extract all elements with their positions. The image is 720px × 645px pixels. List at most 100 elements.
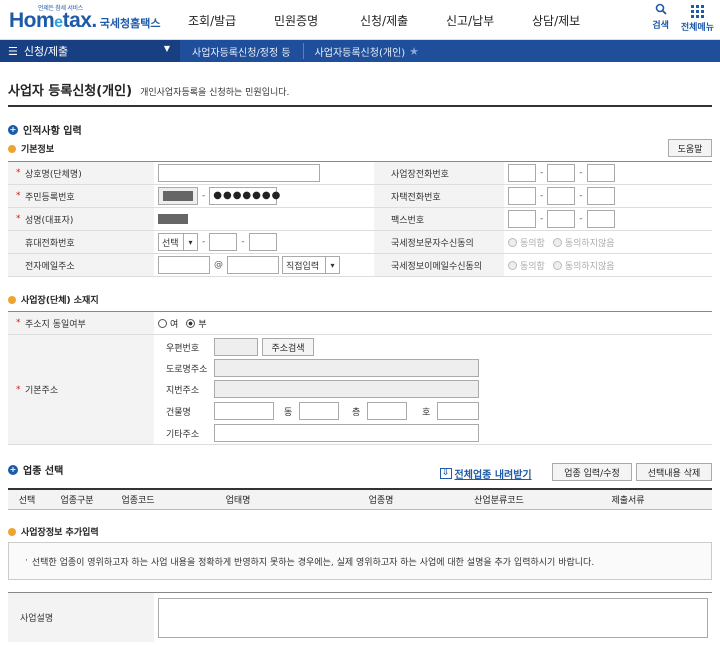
bullet-icon xyxy=(8,295,16,304)
mail-disagree-radio[interactable]: 동의하지않음 xyxy=(552,259,615,272)
label-email: 전자메일주소 xyxy=(8,254,154,276)
home-phone-input-3[interactable] xyxy=(586,187,615,205)
label-home-phone: 자택전화번호 xyxy=(374,185,504,207)
postal-label: 우편번호 xyxy=(166,344,200,354)
gnb-item-certificate[interactable]: 민원증명 xyxy=(274,12,360,29)
gnb-item-consult[interactable]: 상담/제보 xyxy=(532,12,618,29)
sms-agree-radio[interactable]: 동의함 xyxy=(508,236,545,249)
label-business-description: 사업설명 xyxy=(8,593,154,642)
email-domain-select[interactable]: 직접입력 ▾ xyxy=(282,256,340,274)
label-mail-consent: 국세정보이메일수신동의 xyxy=(374,254,504,276)
col-documents: 제출서류 xyxy=(611,496,645,506)
sms-disagree-radio[interactable]: 동의하지않음 xyxy=(552,236,615,249)
home-phone-input-2[interactable] xyxy=(547,187,576,205)
fax-input-2[interactable] xyxy=(547,210,576,228)
label-fax: 팩스번호 xyxy=(374,208,504,230)
bullet-icon xyxy=(8,144,16,153)
all-menu-label: 전체메뉴 xyxy=(680,23,714,33)
breadcrumb-item-1[interactable]: 사업자등록신청/정정 등 xyxy=(180,40,304,62)
col-category: 업종구분 xyxy=(60,496,94,506)
gnb-item-lookup[interactable]: 조회/발급 xyxy=(188,12,274,29)
subsection-location: 사업장(단체) 소재지 xyxy=(8,293,99,306)
label-name: * 성명(대표자) xyxy=(8,208,154,230)
label-sms-consent: 국세정보문자수신동의 xyxy=(374,231,504,253)
label-company: * 상호명(단체명) xyxy=(8,162,154,184)
biz-phone-input-1[interactable] xyxy=(508,164,536,182)
biz-phone-input-2[interactable] xyxy=(547,164,576,182)
delete-selection-button[interactable]: 선택내용 삭제 xyxy=(636,463,712,481)
download-all-industries-link[interactable]: ⇩ 전체업종 내려받기 xyxy=(440,466,532,481)
nav-menu-dropdown[interactable]: ☰ 신청/제출 ▼ xyxy=(0,40,180,62)
col-business-type: 업태명 xyxy=(225,496,251,506)
label-rrn: * 주민등록번호 xyxy=(8,185,154,207)
lot-address-label: 지번주소 xyxy=(166,386,200,396)
search-icon xyxy=(655,3,667,18)
ho-input[interactable] xyxy=(437,402,479,420)
same-address-yes-radio[interactable]: 여 xyxy=(158,317,178,330)
subsection-basic-info: 기본정보 xyxy=(8,142,54,155)
gnb-item-report[interactable]: 신고/납부 xyxy=(446,12,532,29)
rrn-back-input: ●●●●●●● xyxy=(209,187,280,205)
plus-circle-icon: + xyxy=(8,124,18,135)
road-address-label: 도로명주소 xyxy=(166,365,208,375)
hometax-logo[interactable]: 언제든 참세 서비스 Hometax. 국세청홈택스 xyxy=(9,5,161,35)
business-description-row: 사업설명 xyxy=(8,592,712,642)
col-code: 업종코드 xyxy=(121,496,155,506)
road-address-input xyxy=(214,359,479,377)
subsection-extra-info: 사업장정보 추가입력 xyxy=(8,525,99,538)
email-id-input[interactable] xyxy=(158,256,210,274)
mail-agree-radio[interactable]: 동의함 xyxy=(508,259,545,272)
industry-edit-button[interactable]: 업종 입력/수정 xyxy=(552,463,632,481)
mobile-input-3[interactable] xyxy=(248,233,277,251)
label-base-address: * 기본주소 xyxy=(8,335,154,444)
location-table: * 주소지 동일여부 여 부 * 기본주소 우편번호 주소검색 도로명주소 지번주소… xyxy=(8,311,712,445)
same-address-no-radio[interactable]: 부 xyxy=(186,317,207,330)
mobile-input-2[interactable] xyxy=(209,233,238,251)
plus-circle-icon: + xyxy=(8,464,18,475)
search-button[interactable]: 검색 xyxy=(652,3,669,33)
global-nav: 조회/발급 민원증명 신청/제출 신고/납부 상담/제보 xyxy=(188,0,618,40)
notice-text: 선택한 업종이 영위하고자 하는 사업 내용을 정확하게 반영하지 못하는 경우… xyxy=(31,557,595,568)
company-name-input[interactable] xyxy=(158,164,320,182)
basic-info-table: * 상호명(단체명) 사업장전화번호 - - * 주민등록번호 - ●●●●●●● … xyxy=(8,161,712,277)
star-icon[interactable]: ★ xyxy=(409,45,419,58)
logo-tagline: 언제든 참세 서비스 xyxy=(38,5,83,12)
name-masked-value xyxy=(158,214,188,224)
home-phone-input-1[interactable] xyxy=(508,187,536,205)
section-industry: + 업종 선택 xyxy=(8,462,63,477)
breadcrumb-label: 사업자등록신청/정정 등 xyxy=(192,47,291,59)
breadcrumb-item-2[interactable]: 사업자등록신청(개인) ★ xyxy=(303,40,431,62)
other-address-input[interactable] xyxy=(214,424,479,442)
mobile-prefix-select[interactable]: 선택 ▾ xyxy=(158,233,198,251)
subsection-title: 사업장(단체) 소재지 xyxy=(21,296,99,306)
subsection-title: 사업장정보 추가입력 xyxy=(21,528,99,538)
address-search-button[interactable]: 주소검색 xyxy=(262,338,314,356)
email-domain-input[interactable] xyxy=(227,256,279,274)
all-menu-button[interactable]: 전체메뉴 xyxy=(681,3,714,33)
chevron-down-icon: ▾ xyxy=(183,234,197,250)
nav-menu-label: 신청/제출 xyxy=(23,45,69,58)
help-button[interactable]: 도움말 xyxy=(668,139,712,157)
section-title: 인적사항 입력 xyxy=(23,126,82,137)
label-mobile: 휴대전화번호 xyxy=(8,231,154,253)
gnb-item-apply[interactable]: 신청/제출 xyxy=(360,12,446,29)
caret-down-icon: ▼ xyxy=(163,44,170,53)
label-same-address: * 주소지 동일여부 xyxy=(8,312,154,334)
business-description-textarea[interactable] xyxy=(158,597,708,638)
industry-table-header: 선택 업종구분 업종코드 업태명 업종명 산업분류코드 제출서류 xyxy=(8,488,712,510)
label-biz-phone: 사업장전화번호 xyxy=(374,162,504,184)
fax-input-1[interactable] xyxy=(508,210,536,228)
fax-input-3[interactable] xyxy=(586,210,615,228)
col-industry-name: 업종명 xyxy=(368,496,394,506)
ho-label: 호 xyxy=(422,408,431,418)
building-input[interactable] xyxy=(214,402,274,420)
floor-input[interactable] xyxy=(367,402,407,420)
page-title-block: 사업자 등록신청(개인) 개인사업자등록을 신청하는 민원입니다. xyxy=(8,80,289,99)
biz-phone-input-3[interactable] xyxy=(586,164,615,182)
notice-box: · 선택한 업종이 영위하고자 하는 사업 내용을 정확하게 반영하지 못하는 경… xyxy=(8,542,712,580)
dong-input[interactable] xyxy=(299,402,339,420)
hamburger-icon: ☰ xyxy=(8,44,18,58)
logo-wordmark: Hometax. xyxy=(9,8,97,32)
logo-subtitle: 국세청홈택스 xyxy=(99,16,161,30)
col-select: 선택 xyxy=(18,496,36,506)
